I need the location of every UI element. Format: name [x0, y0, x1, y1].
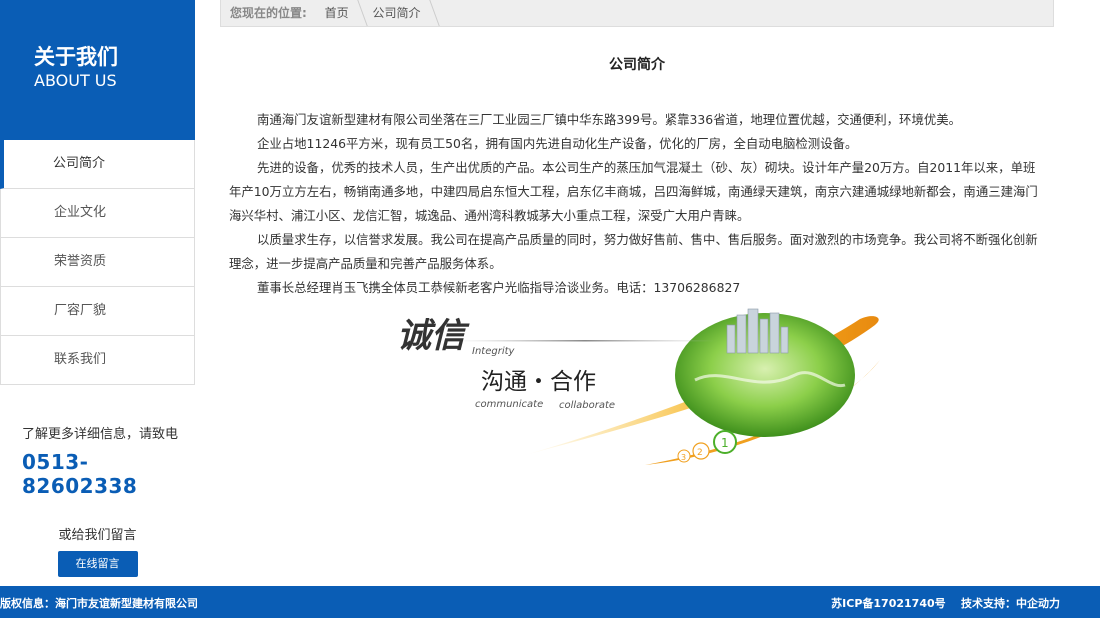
footer-support-link[interactable]: 技术支持：中企动力 [961, 597, 1060, 610]
breadcrumb-label: 您现在的位置: [230, 6, 307, 20]
sidebar-title-en: ABOUT US [34, 71, 117, 90]
contact-box: 了解更多详细信息，请致电 0513-82602338 或给我们留言 在线留言 [0, 423, 195, 577]
footer-right: 苏ICP备17021740号 技术支持：中企动力 [831, 586, 1060, 618]
sidebar-item-contact[interactable]: 联系我们 [1, 336, 194, 385]
paragraph: 南通海门友谊新型建材有限公司坐落在三厂工业园三厂镇中华东路399号。紧靠336省… [257, 112, 962, 127]
svg-text:3: 3 [681, 453, 686, 462]
integrity-en: Integrity [472, 346, 516, 357]
sidebar-item-honors[interactable]: 荣誉资质 [1, 238, 194, 287]
footer: 版权信息：海门市友谊新型建材有限公司 苏ICP备17021740号 技术支持：中… [0, 586, 1100, 618]
breadcrumb-home-link[interactable]: 首页 [325, 0, 369, 26]
message-label: 或给我们留言 [58, 528, 137, 543]
sidebar-header: 关于我们 ABOUT US [0, 0, 195, 140]
svg-text:1: 1 [721, 436, 729, 450]
sidebar: 关于我们 ABOUT US 公司简介 企业文化 荣誉资质 厂容厂貌 联系我们 了… [0, 0, 195, 585]
breadcrumb-current[interactable]: 公司简介 [372, 0, 440, 26]
paragraph: 以质量求生存，以信誉求发展。我公司在提高产品质量的同时，努力做好售前、售中、售后… [229, 232, 1038, 271]
sidebar-item-company-profile[interactable]: 公司简介 [0, 140, 194, 189]
company-values-image: 诚信 Integrity 沟通・合作 communicate collabora… [397, 308, 880, 465]
article-body: 南通海门友谊新型建材有限公司坐落在三厂工业园三厂镇中华东路399号。紧靠336省… [229, 108, 1047, 300]
breadcrumb: 您现在的位置: 首页 公司简介 [220, 0, 1054, 27]
paragraph: 企业占地11246平方米，现有员工50名，拥有国内先进自动化生产设备，优化的厂房… [257, 136, 858, 151]
footer-copyright: 版权信息：海门市友谊新型建材有限公司 [0, 597, 198, 610]
page: 关于我们 ABOUT US 公司简介 企业文化 荣誉资质 厂容厂貌 联系我们 了… [0, 0, 1100, 618]
integrity-word: 诚信 [397, 316, 470, 356]
collaborate-en: collaborate [559, 400, 615, 411]
sidebar-item-factory[interactable]: 厂容厂貌 [1, 287, 194, 336]
online-message-button[interactable]: 在线留言 [57, 551, 138, 577]
sidebar-menu: 公司简介 企业文化 荣誉资质 厂容厂貌 联系我们 [0, 140, 195, 385]
communicate-en: communicate [475, 399, 543, 410]
sidebar-title-cn: 关于我们 [34, 45, 118, 69]
contact-phone: 0513-82602338 [22, 450, 138, 498]
contact-label: 了解更多详细信息，请致电 [22, 427, 179, 442]
svg-text:2: 2 [697, 448, 703, 458]
footer-icp-link[interactable]: 苏ICP备17021740号 [831, 597, 945, 610]
page-title: 公司简介 [609, 57, 665, 73]
sidebar-item-culture[interactable]: 企业文化 [1, 189, 194, 238]
communicate-word: 沟通・合作 [481, 369, 596, 395]
paragraph: 董事长总经理肖玉飞携全体员工恭候新老客户光临指导洽谈业务。电话：13706286… [257, 280, 741, 295]
paragraph: 先进的设备，优秀的技术人员，生产出优质的产品。本公司生产的蒸压加气混凝土（砂、灰… [229, 160, 1038, 223]
